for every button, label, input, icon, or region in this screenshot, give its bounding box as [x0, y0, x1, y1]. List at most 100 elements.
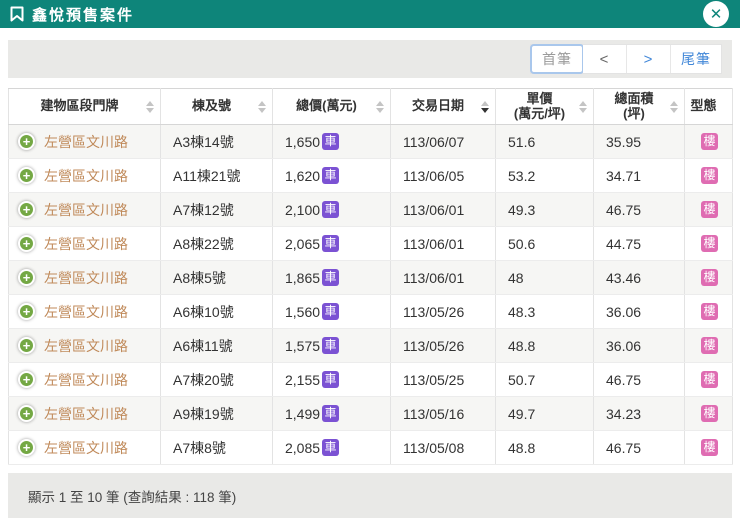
unit-price-cell: 51.6 — [495, 124, 594, 159]
type-cell: 樓 — [684, 226, 733, 261]
floor-badge: 樓 — [701, 303, 718, 320]
results-summary-bar: 顯示 1 至 10 筆 (查詢結果 : 118 筆) — [8, 473, 732, 518]
next-page-button[interactable]: > — [627, 45, 671, 73]
floor-badge: 樓 — [701, 167, 718, 184]
table-row: 左營區文川路A8棟5號1,865車113/06/014843.46樓 — [8, 260, 733, 295]
building-cell: A9棟19號 — [160, 396, 273, 431]
table-row: 左營區文川路A11棟21號1,620車113/06/0553.234.71樓 — [8, 158, 733, 193]
sort-arrows-icon[interactable] — [670, 100, 678, 113]
pagination-toolbar: 首筆 < > 尾筆 — [8, 40, 732, 78]
area-cell: 34.71 — [593, 158, 685, 193]
sort-arrows-icon[interactable] — [146, 100, 154, 113]
table-header-row: 建物區段門牌 棟及號 總價(萬元) 交易日期 單價 (萬元/坪) 總面積 (坪) 型態 — [8, 88, 733, 125]
area-cell: 36.06 — [593, 294, 685, 329]
expand-plus-icon[interactable] — [18, 269, 35, 286]
floor-badge: 樓 — [701, 405, 718, 422]
floor-badge: 樓 — [701, 439, 718, 456]
table-row: 左營區文川路A7棟12號2,100車113/06/0149.346.75樓 — [8, 192, 733, 227]
column-header-type: 型態 — [684, 88, 733, 125]
unit-price-cell: 48.3 — [495, 294, 594, 329]
column-header-address[interactable]: 建物區段門牌 — [8, 88, 161, 125]
price-cell: 1,865 車 — [272, 260, 391, 295]
building-cell: A8棟5號 — [160, 260, 273, 295]
table-row: 左營區文川路A7棟20號2,155車113/05/2550.746.75樓 — [8, 362, 733, 397]
column-header-price[interactable]: 總價(萬元) — [272, 88, 391, 125]
type-cell: 樓 — [684, 396, 733, 431]
sort-arrows-icon[interactable] — [258, 100, 266, 113]
sort-arrows-icon[interactable] — [376, 100, 384, 113]
parking-badge: 車 — [322, 133, 340, 150]
parking-badge: 車 — [322, 439, 340, 456]
area-cell: 35.95 — [593, 124, 685, 159]
column-header-date[interactable]: 交易日期 — [390, 88, 496, 125]
expand-plus-icon[interactable] — [18, 439, 35, 456]
table-row: 左營區文川路A8棟22號2,065車113/06/0150.644.75樓 — [8, 226, 733, 261]
floor-badge: 樓 — [701, 337, 718, 354]
address-cell: 左營區文川路 — [8, 158, 161, 193]
table-row: 左營區文川路A7棟8號2,085車113/05/0848.846.75樓 — [8, 430, 733, 465]
building-cell: A7棟12號 — [160, 192, 273, 227]
date-cell: 113/05/08 — [390, 430, 496, 465]
expand-plus-icon[interactable] — [18, 235, 35, 252]
column-header-building[interactable]: 棟及號 — [160, 88, 273, 125]
expand-plus-icon[interactable] — [18, 201, 35, 218]
last-page-button[interactable]: 尾筆 — [671, 45, 721, 73]
address-cell: 左營區文川路 — [8, 124, 161, 159]
date-cell: 113/05/16 — [390, 396, 496, 431]
sort-arrows-icon[interactable] — [481, 100, 489, 113]
expand-plus-icon[interactable] — [18, 167, 35, 184]
column-label-date: 交易日期 — [411, 98, 464, 114]
address-text: 左營區文川路 — [44, 269, 128, 286]
date-cell: 113/06/01 — [390, 192, 496, 227]
address-text: 左營區文川路 — [44, 439, 128, 456]
address-text: 左營區文川路 — [44, 133, 128, 150]
price-cell: 2,100 車 — [272, 192, 391, 227]
presale-listings-table: 建物區段門牌 棟及號 總價(萬元) 交易日期 單價 (萬元/坪) 總面積 (坪) 型態 左營… — [8, 88, 733, 465]
expand-plus-icon[interactable] — [18, 405, 35, 422]
bookmark-icon — [10, 6, 24, 22]
sort-arrows-icon[interactable] — [579, 100, 587, 113]
address-text: 左營區文川路 — [44, 371, 128, 388]
area-cell: 46.75 — [593, 430, 685, 465]
date-cell: 113/05/25 — [390, 362, 496, 397]
column-header-unit_price[interactable]: 單價 (萬元/坪) — [495, 88, 594, 125]
area-cell: 36.06 — [593, 328, 685, 363]
column-label-area: 總面積 (坪) — [614, 90, 654, 121]
price-value: 1,575 — [285, 338, 321, 354]
column-header-area[interactable]: 總面積 (坪) — [593, 88, 685, 125]
address-cell: 左營區文川路 — [8, 328, 161, 363]
results-summary-text: 顯示 1 至 10 筆 (查詢結果 : 118 筆) — [28, 489, 237, 505]
type-cell: 樓 — [684, 124, 733, 159]
address-cell: 左營區文川路 — [8, 430, 161, 465]
parking-badge: 車 — [322, 167, 340, 184]
close-icon[interactable]: ✕ — [703, 1, 729, 27]
expand-plus-icon[interactable] — [18, 337, 35, 354]
building-cell: A7棟20號 — [160, 362, 273, 397]
type-cell: 樓 — [684, 362, 733, 397]
price-cell: 1,620 車 — [272, 158, 391, 193]
price-value: 1,560 — [285, 304, 321, 320]
expand-plus-icon[interactable] — [18, 371, 35, 388]
building-cell: A6棟10號 — [160, 294, 273, 329]
first-page-button[interactable]: 首筆 — [530, 44, 584, 74]
column-label-unit_price: 單價 (萬元/坪) — [513, 90, 566, 121]
table-row: 左營區文川路A6棟11號1,575車113/05/2648.836.06樓 — [8, 328, 733, 363]
parking-badge: 車 — [322, 303, 340, 320]
expand-plus-icon[interactable] — [18, 133, 35, 150]
unit-price-cell: 49.7 — [495, 396, 594, 431]
unit-price-cell: 50.7 — [495, 362, 594, 397]
address-cell: 左營區文川路 — [8, 260, 161, 295]
date-cell: 113/06/01 — [390, 226, 496, 261]
unit-price-cell: 49.3 — [495, 192, 594, 227]
building-cell: A11棟21號 — [160, 158, 273, 193]
prev-page-button[interactable]: < — [583, 45, 627, 73]
table-row: 左營區文川路A9棟19號1,499車113/05/1649.734.23樓 — [8, 396, 733, 431]
price-cell: 1,575 車 — [272, 328, 391, 363]
parking-badge: 車 — [322, 235, 340, 252]
expand-plus-icon[interactable] — [18, 303, 35, 320]
table-body: 左營區文川路A3棟14號1,650車113/06/0751.635.95樓左營區… — [8, 124, 733, 465]
price-value: 1,865 — [285, 270, 321, 286]
area-cell: 43.46 — [593, 260, 685, 295]
date-cell: 113/06/05 — [390, 158, 496, 193]
pager-group: 首筆 < > 尾筆 — [530, 44, 722, 74]
